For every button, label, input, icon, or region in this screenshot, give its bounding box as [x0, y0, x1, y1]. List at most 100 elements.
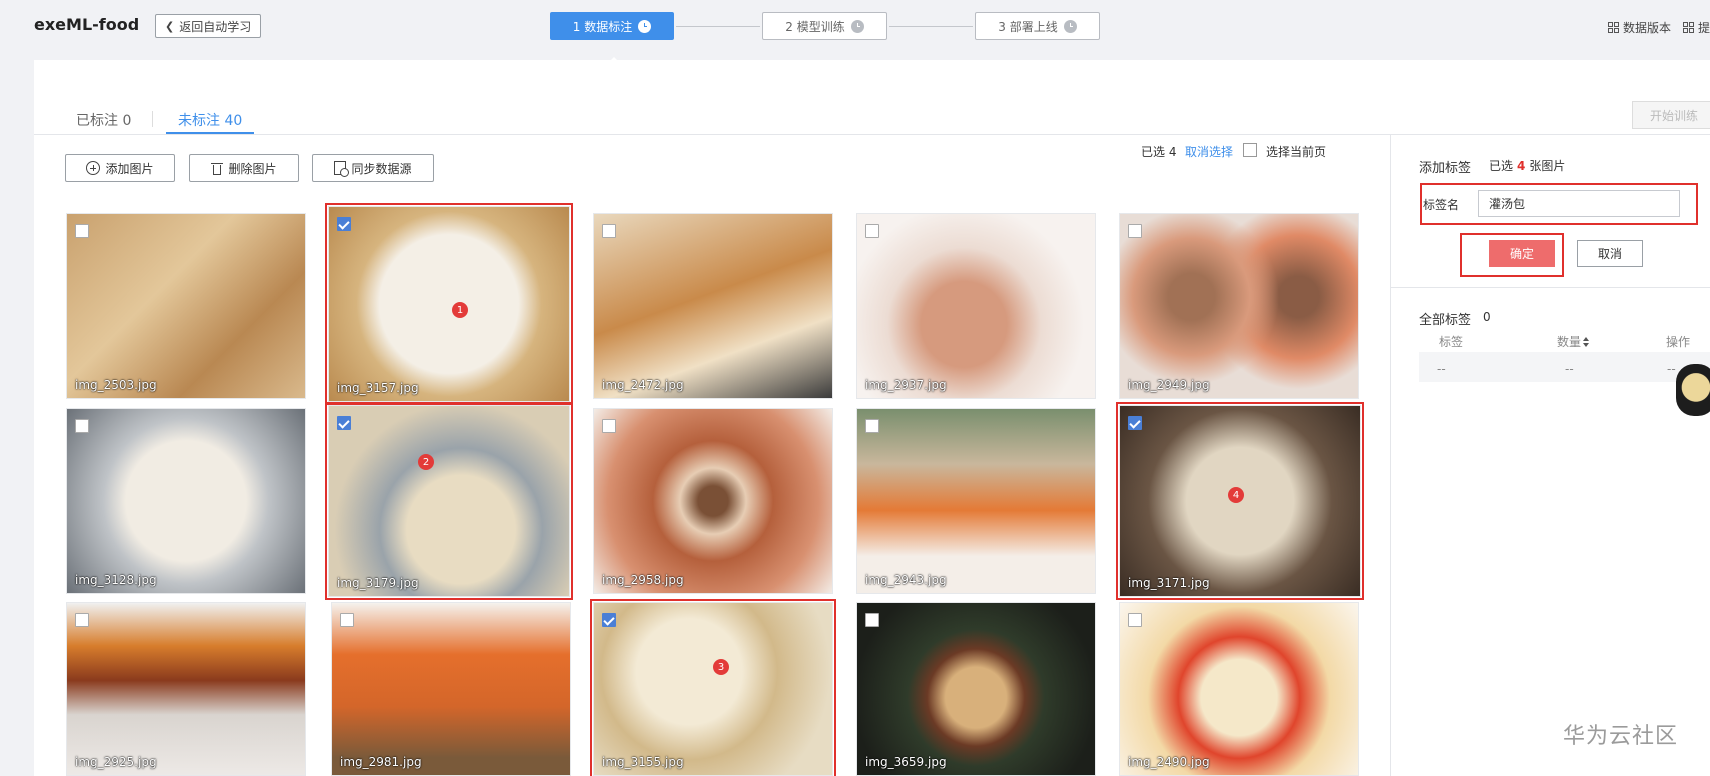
image-card[interactable]: img_3128.jpg [66, 408, 306, 594]
step-connector [676, 26, 760, 27]
tab-divider [152, 111, 153, 127]
image-checkbox[interactable] [865, 613, 879, 627]
column-label: 标签 [1439, 335, 1464, 349]
all-labels-title: 全部标签 [1419, 313, 1472, 328]
delete-image-button[interactable]: 删除图片 [189, 154, 299, 182]
image-filename: img_2949.jpg [1128, 378, 1210, 392]
clock-icon [850, 19, 864, 33]
confirm-button[interactable]: 确定 [1489, 240, 1555, 267]
image-filename: img_2937.jpg [865, 378, 947, 392]
edit-icon [1683, 22, 1694, 33]
sort-icon[interactable] [1583, 337, 1590, 347]
side-divider [1391, 287, 1710, 288]
image-card[interactable]: img_2949.jpg [1119, 213, 1359, 399]
add-circle-icon [86, 161, 101, 175]
sync-source-button[interactable]: 同步数据源 [312, 154, 434, 182]
select-page-checkbox[interactable] [1243, 143, 1257, 157]
image-card[interactable]: img_3157.jpg [325, 203, 573, 405]
column-count-label: 数量 [1557, 335, 1582, 349]
image-checkbox[interactable] [1128, 416, 1142, 430]
app-title: exeML-food [34, 15, 140, 34]
data-version-label: 数据版本 [1623, 21, 1672, 35]
add-image-button[interactable]: 添加图片 [65, 154, 175, 182]
image-card[interactable]: img_3659.jpg [856, 602, 1096, 776]
image-checkbox[interactable] [865, 419, 879, 433]
image-card[interactable]: img_2925.jpg [66, 602, 306, 776]
image-filename: img_3157.jpg [337, 381, 419, 395]
image-filename: img_2958.jpg [602, 573, 684, 587]
column-actions: 操作 [1666, 335, 1691, 349]
image-card[interactable]: img_2937.jpg [856, 213, 1096, 399]
annotation-badge: 2 [418, 454, 434, 470]
table-cell: -- [1437, 362, 1446, 376]
step-deploy[interactable]: 3 部署上线 [975, 12, 1100, 40]
image-checkbox[interactable] [337, 217, 351, 231]
image-checkbox[interactable] [865, 224, 879, 238]
cancel-selection-link[interactable]: 取消选择 [1185, 143, 1233, 160]
clock-icon [1063, 19, 1077, 33]
annotation-badge: 3 [713, 659, 729, 675]
image-checkbox[interactable] [340, 613, 354, 627]
image-checkbox[interactable] [602, 224, 616, 238]
table-cell: -- [1667, 362, 1676, 376]
image-checkbox[interactable] [337, 416, 351, 430]
table-cell: -- [1565, 362, 1574, 376]
selected-prefix: 已选 [1489, 159, 1514, 173]
image-card[interactable]: img_3179.jpg [325, 402, 573, 600]
annotation-badge: 1 [452, 302, 468, 318]
top-bar: exeML-food ❮ 返回自动学习 1 数据标注 2 模型训练 3 部署上线… [0, 0, 1710, 56]
image-card[interactable]: img_2981.jpg [331, 602, 571, 776]
image-filename: img_2925.jpg [75, 755, 157, 769]
column-count[interactable]: 数量 [1557, 333, 1590, 350]
image-checkbox[interactable] [75, 613, 89, 627]
image-card[interactable]: img_2503.jpg [66, 213, 306, 399]
select-page-label: 选择当前页 [1266, 145, 1327, 159]
back-to-automl-button[interactable]: ❮ 返回自动学习 [155, 14, 262, 38]
step-data-labeling[interactable]: 1 数据标注 [550, 12, 674, 40]
image-filename: img_2503.jpg [75, 378, 157, 392]
tab-unlabeled[interactable]: 未标注 40 [166, 110, 255, 134]
image-checkbox[interactable] [602, 419, 616, 433]
image-filename: img_3155.jpg [602, 755, 684, 769]
tabs-row: 已标注 0 未标注 40 开始训练 [34, 60, 1710, 135]
image-filename: img_2943.jpg [865, 573, 947, 587]
selected-suffix: 张图片 [1529, 159, 1566, 173]
add-label-title: 添加标签 [1419, 161, 1472, 176]
step-label: 1 数据标注 [572, 19, 633, 34]
start-training-button[interactable]: 开始训练 [1632, 101, 1710, 129]
image-checkbox[interactable] [1128, 224, 1142, 238]
image-card[interactable]: img_2958.jpg [593, 408, 833, 594]
step-label: 3 部署上线 [998, 19, 1058, 34]
image-checkbox[interactable] [602, 613, 616, 627]
label-side-panel [1390, 135, 1710, 776]
step-connector [889, 26, 973, 27]
image-card[interactable]: img_2490.jpg [1119, 602, 1359, 776]
add-image-label: 添加图片 [105, 161, 154, 176]
image-card[interactable]: img_2472.jpg [593, 213, 833, 399]
clock-icon [638, 19, 652, 33]
image-filename: img_2472.jpg [602, 378, 684, 392]
step-model-training[interactable]: 2 模型训练 [762, 12, 887, 40]
image-checkbox[interactable] [75, 224, 89, 238]
image-filename: img_3171.jpg [1128, 576, 1210, 590]
selected-count-text: 已选 4 [1141, 145, 1177, 159]
back-button-label: 返回自动学习 [179, 19, 252, 34]
truncated-menu-label: 提 [1698, 21, 1710, 35]
chevron-left-icon: ❮ [165, 19, 175, 33]
image-filename: img_2490.jpg [1128, 755, 1210, 769]
tab-labeled[interactable]: 已标注 0 [76, 110, 131, 134]
selected-number: 4 [1517, 159, 1526, 173]
selected-images-count: 已选 4 张图片 [1489, 157, 1565, 174]
image-checkbox[interactable] [1128, 613, 1142, 627]
data-version-link[interactable]: 数据版本 提 [1608, 19, 1710, 36]
image-card[interactable]: img_3155.jpg [590, 599, 836, 776]
image-checkbox[interactable] [75, 419, 89, 433]
sync-document-icon [334, 161, 350, 177]
image-card[interactable]: img_2943.jpg [856, 408, 1096, 594]
sync-source-label: 同步数据源 [351, 161, 412, 176]
image-filename: img_3659.jpg [865, 755, 947, 769]
assistant-avatar[interactable] [1676, 364, 1710, 416]
all-labels-count: 0 [1483, 310, 1491, 324]
cancel-button[interactable]: 取消 [1577, 240, 1643, 267]
label-name-input[interactable]: 灌汤包 [1478, 190, 1680, 217]
